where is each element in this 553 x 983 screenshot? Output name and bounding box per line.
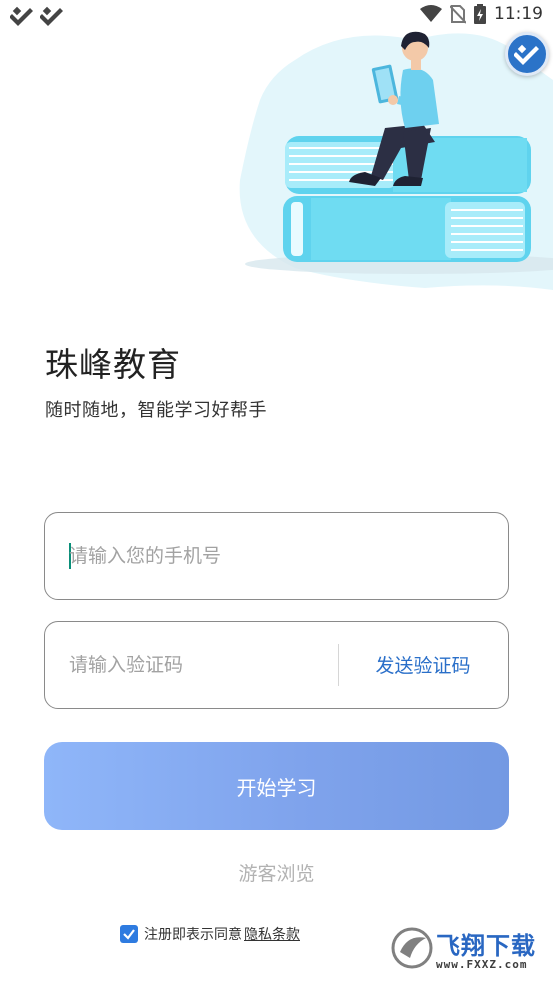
- phone-input[interactable]: [69, 513, 489, 598]
- start-learning-button[interactable]: 开始学习: [44, 742, 509, 830]
- floating-app-logo[interactable]: [505, 32, 549, 76]
- agreement-checkbox[interactable]: [120, 925, 138, 943]
- send-code-button[interactable]: 发送验证码: [338, 622, 508, 707]
- brand-subtitle: 随时随地，智能学习好帮手: [45, 400, 267, 421]
- app-notification-icon: [40, 6, 63, 26]
- watermark-text: 飞翔下载: [436, 932, 536, 960]
- verification-code-field[interactable]: 发送验证码: [44, 621, 509, 709]
- phone-field[interactable]: [44, 512, 509, 600]
- app-notification-icon: [10, 6, 33, 26]
- watermark-logo-icon: [391, 927, 433, 969]
- notification-icons: [10, 6, 64, 26]
- watermark-url: www.FXXZ.com: [436, 958, 528, 971]
- brand-title: 珠峰教育: [45, 345, 181, 384]
- hero-illustration: [225, 20, 553, 290]
- check-icon: [123, 929, 135, 940]
- verification-code-input[interactable]: [69, 622, 329, 707]
- guest-browse-link[interactable]: 游客浏览: [0, 859, 553, 886]
- site-watermark: 飞翔下载 www.FXXZ.com: [388, 920, 546, 976]
- privacy-policy-link[interactable]: 隐私条款: [244, 924, 300, 944]
- app-logo-icon: [514, 44, 539, 65]
- agreement-row: 注册即表示同意 隐私条款: [120, 924, 300, 944]
- person-reading-on-books-illustration: [239, 31, 553, 290]
- agreement-text: 注册即表示同意: [144, 927, 242, 943]
